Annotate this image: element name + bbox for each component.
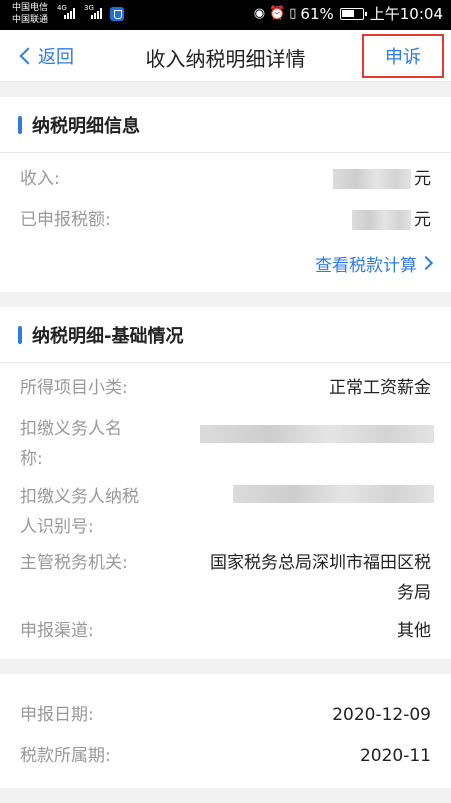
tax-period-row: 税款所属期: 2020-11 [0, 742, 451, 770]
shield-app-icon [110, 7, 124, 21]
channel-label: 申报渠道: [20, 621, 94, 641]
item-category-row: 所得项目小类: 正常工资薪金 [0, 374, 451, 402]
item-category-label: 所得项目小类: [20, 378, 128, 398]
withholder-name-row: 扣缴义务人名 称: [0, 415, 451, 475]
withholder-id-label-line2: 人识别号: [20, 517, 94, 537]
vibrate-icon: ▯ [289, 6, 297, 21]
signal-bars-2-icon [91, 7, 102, 19]
section-marker [18, 325, 22, 344]
chevron-right-icon [418, 255, 434, 271]
status-right: ◉ ⏰ ▯ 61% 上午10:04 [254, 5, 443, 23]
carrier-info: 中国电信 中国联通 [12, 2, 48, 26]
withholder-name-label-line2: 称: [20, 449, 43, 469]
basic-info-title: 纳税明细-基础情况 [32, 325, 184, 347]
basic-info-card: 纳税明细-基础情况 所得项目小类: 正常工资薪金 扣缴义务人名 称: 扣缴义务人… [0, 307, 451, 659]
declare-date-row: 申报日期: 2020-12-09 [0, 701, 451, 729]
signal-bars-1-icon [64, 7, 75, 19]
declared-tax-row: 已申报税额: 元 [0, 206, 451, 234]
carrier-1: 中国电信 [12, 3, 49, 13]
income-unit: 元 [414, 169, 431, 189]
eye-icon: ◉ [253, 6, 266, 21]
declared-tax-label: 已申报税额: [20, 210, 111, 230]
channel-row: 申报渠道: 其他 [0, 617, 451, 645]
tax-info-header: 纳税明细信息 [0, 97, 451, 153]
alarm-icon: ⏰ [269, 6, 286, 21]
battery-icon [339, 8, 367, 20]
basic-info-header: 纳税明细-基础情况 [0, 307, 451, 363]
withholder-id-row: 扣缴义务人纳税 人识别号: [0, 483, 451, 543]
dates-card: 申报日期: 2020-12-09 税款所属期: 2020-11 [0, 674, 451, 788]
tax-info-card: 纳税明细信息 收入: 元 已申报税额: 元 查看税款计算 [0, 97, 451, 292]
section-marker [18, 115, 22, 134]
view-tax-calc-link[interactable]: 查看税款计算 [315, 249, 434, 277]
income-value-redacted [333, 169, 411, 189]
tax-authority-row: 主管税务机关: 国家税务总局深圳市福田区税 务局 [0, 549, 451, 609]
declared-tax-value-redacted [352, 210, 411, 230]
withholder-id-redacted [233, 485, 434, 503]
withholder-name-redacted [200, 425, 434, 443]
tax-info-title: 纳税明细信息 [32, 115, 140, 137]
appeal-button[interactable]: 申诉 [362, 34, 444, 78]
declare-date-value: 2020-12-09 [332, 705, 431, 725]
status-bar: 中国电信 中国联通 4G 3G ◉ ⏰ ▯ 61% 上午10:04 [0, 0, 451, 30]
carrier-2: 中国联通 [12, 15, 49, 25]
clock: 上午10:04 [369, 5, 443, 23]
channel-value: 其他 [397, 621, 431, 641]
declared-tax-unit: 元 [414, 210, 431, 230]
tax-period-label: 税款所属期: [20, 746, 111, 766]
tax-authority-value-line1: 国家税务总局深圳市福田区税 [210, 553, 431, 573]
income-label: 收入: [20, 169, 60, 189]
view-tax-calc-label: 查看税款计算 [315, 255, 417, 276]
nav-bar: 返回 收入纳税明细详情 申诉 [0, 30, 451, 82]
withholder-id-label-line1: 扣缴义务人纳税 [20, 487, 139, 507]
income-row: 收入: 元 [0, 165, 451, 193]
tax-authority-label: 主管税务机关: [20, 553, 128, 573]
item-category-value: 正常工资薪金 [329, 378, 431, 398]
battery-percent: 61% [300, 5, 334, 23]
tax-authority-value-line2: 务局 [397, 583, 431, 603]
tax-period-value: 2020-11 [359, 746, 431, 766]
declare-date-label: 申报日期: [20, 705, 94, 725]
withholder-name-label-line1: 扣缴义务人名 [20, 419, 122, 439]
